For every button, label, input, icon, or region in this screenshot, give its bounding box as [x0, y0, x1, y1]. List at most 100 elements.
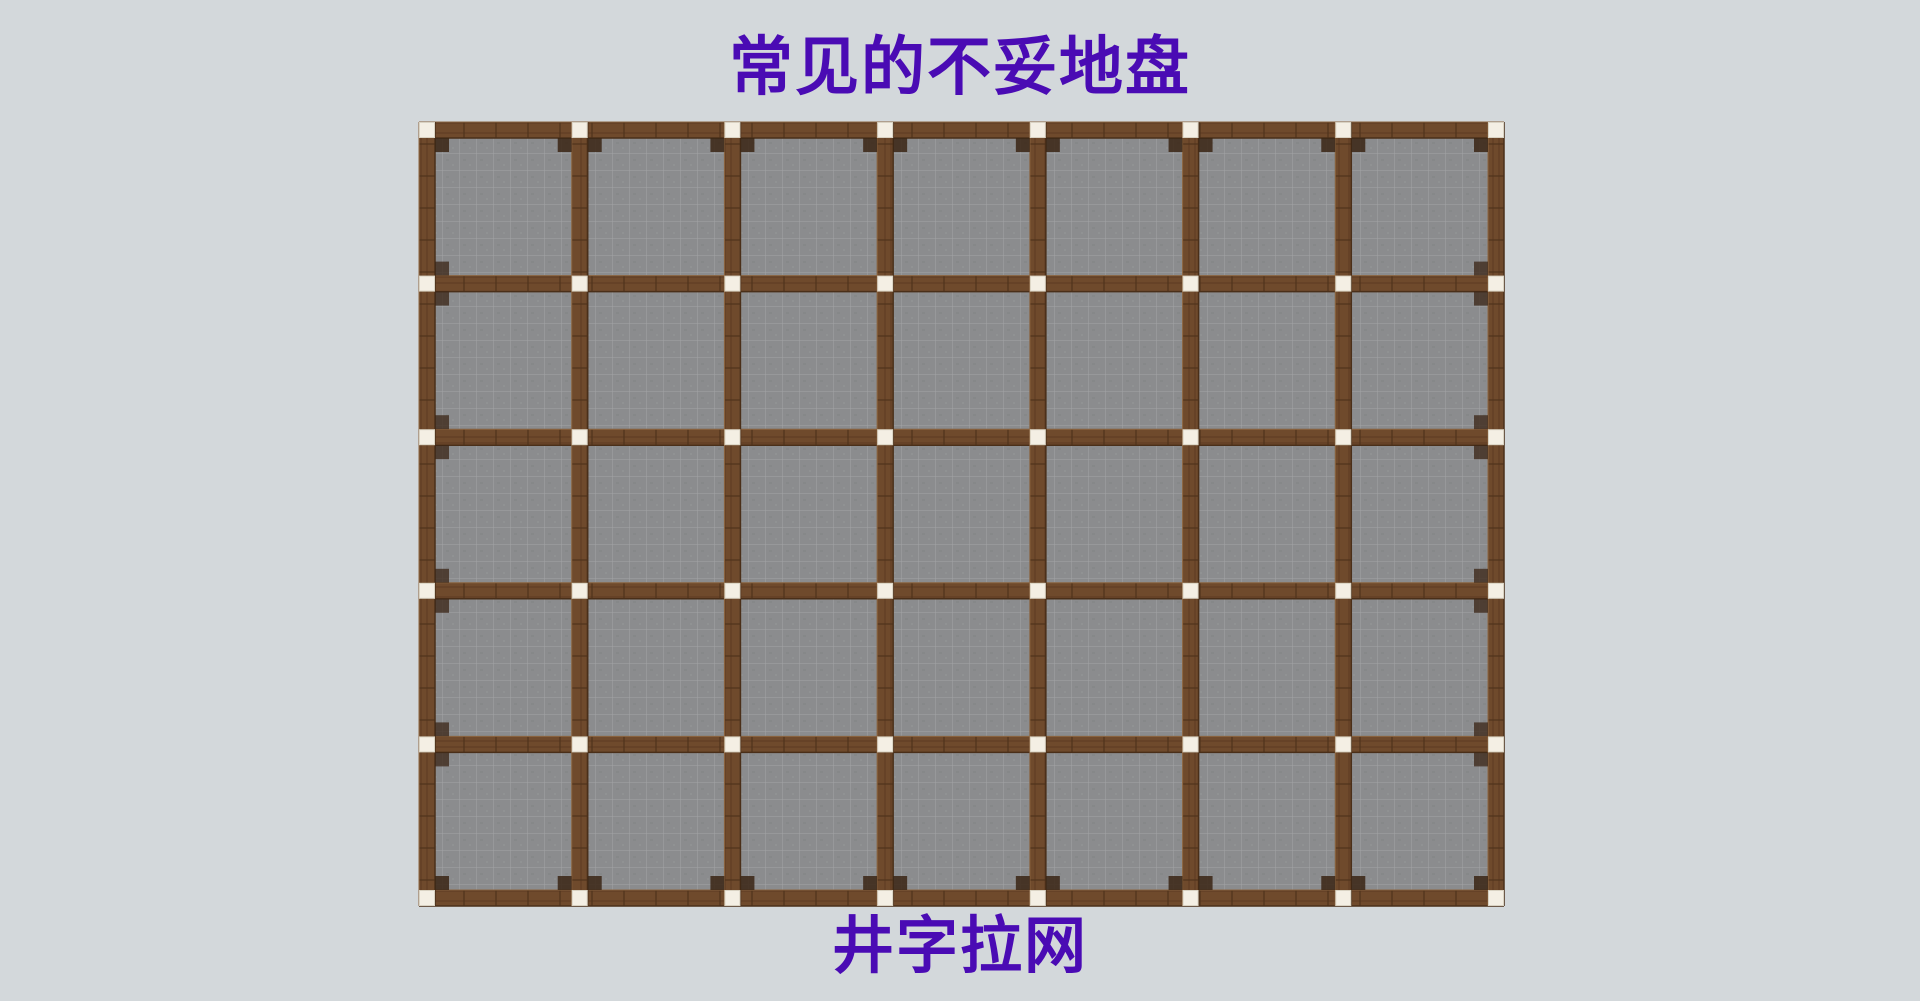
junction-node: [571, 736, 588, 753]
stone-plot: [587, 291, 725, 430]
vertical-beam: [419, 122, 435, 906]
junction-node: [1029, 890, 1046, 906]
stone-plot-grid: [434, 137, 1489, 891]
junction-node: [877, 890, 894, 906]
junction-node: [419, 275, 435, 292]
corner-bracket: [435, 138, 449, 152]
stone-plot: [1045, 291, 1183, 430]
stone-plot: [1351, 598, 1488, 737]
junction-node: [1335, 890, 1352, 906]
junction-node: [1488, 582, 1504, 599]
corner-bracket: [1474, 415, 1488, 430]
corner-bracket: [1474, 752, 1488, 767]
junction-node: [1182, 890, 1199, 906]
stone-plot: [1351, 752, 1488, 890]
stone-plot: [435, 138, 572, 276]
corner-bracket: [1351, 876, 1366, 890]
corner-bracket: [435, 598, 449, 613]
stone-plot: [587, 598, 725, 737]
corner-bracket: [1045, 138, 1060, 152]
corner-bracket: [1198, 876, 1213, 890]
junction-node: [1488, 275, 1504, 292]
junction-node: [1488, 122, 1504, 138]
corner-bracket: [863, 138, 878, 152]
page-title: 常见的不妥地盘: [729, 30, 1191, 105]
junction-node: [1335, 429, 1352, 446]
corner-bracket: [893, 138, 908, 152]
corner-bracket: [1015, 876, 1030, 890]
stone-plot: [587, 138, 725, 276]
corner-bracket: [710, 876, 725, 890]
corner-bracket: [893, 876, 908, 890]
junction-node: [1029, 736, 1046, 753]
junction-node: [724, 429, 741, 446]
corner-bracket: [1168, 876, 1183, 890]
stone-plot: [1198, 138, 1336, 276]
junction-node: [419, 429, 435, 446]
stone-plot: [740, 445, 878, 583]
corner-bracket: [1015, 138, 1030, 152]
junction-node: [1029, 429, 1046, 446]
corner-bracket: [740, 138, 755, 152]
stone-plot: [1198, 291, 1336, 430]
corner-bracket: [1474, 291, 1488, 306]
junction-node: [724, 736, 741, 753]
junction-node: [724, 582, 741, 599]
corner-bracket: [557, 876, 572, 890]
junction-node: [877, 736, 894, 753]
junction-node: [419, 582, 435, 599]
corner-bracket: [1321, 876, 1336, 890]
stone-plot: [893, 752, 1030, 890]
corner-bracket: [740, 876, 755, 890]
stone-plot: [893, 291, 1030, 430]
corner-bracket: [1474, 445, 1488, 460]
junction-node: [1182, 582, 1199, 599]
stone-plot: [740, 752, 878, 890]
corner-bracket: [863, 876, 878, 890]
corner-bracket: [1474, 261, 1488, 276]
junction-node: [1029, 275, 1046, 292]
junction-node: [1335, 582, 1352, 599]
corner-bracket: [1168, 138, 1183, 152]
corner-bracket: [1198, 138, 1213, 152]
corner-bracket: [435, 261, 449, 276]
junction-node: [1488, 429, 1504, 446]
junction-node: [1182, 429, 1199, 446]
corner-bracket: [435, 876, 449, 890]
junction-node: [1335, 736, 1352, 753]
stone-plot: [1198, 598, 1336, 737]
corner-bracket: [1321, 138, 1336, 152]
corner-bracket: [435, 291, 449, 306]
corner-bracket: [435, 445, 449, 460]
corner-bracket: [710, 138, 725, 152]
stone-plot: [893, 598, 1030, 737]
stone-plot: [1351, 445, 1488, 583]
junction-node: [877, 582, 894, 599]
junction-node: [571, 429, 588, 446]
corner-bracket: [587, 876, 602, 890]
stone-plot: [893, 138, 1030, 276]
corner-bracket: [557, 138, 572, 152]
stone-plot: [1045, 598, 1183, 737]
vertical-beam: [1335, 122, 1352, 906]
vertical-beam: [1488, 122, 1504, 906]
corner-bracket: [1045, 876, 1060, 890]
corner-bracket: [435, 752, 449, 767]
vertical-beam: [571, 122, 588, 906]
game-scene: [0, 0, 1920, 1001]
stone-plot: [1198, 752, 1336, 890]
corner-bracket: [587, 138, 602, 152]
stone-plot: [435, 291, 572, 430]
stone-plot: [740, 138, 878, 276]
stone-plot: [1045, 138, 1183, 276]
stone-plot: [587, 752, 725, 890]
corner-bracket: [1474, 598, 1488, 613]
junction-node: [1182, 122, 1199, 138]
junction-node: [419, 122, 435, 138]
vertical-beam: [877, 122, 894, 906]
junction-node: [419, 890, 435, 906]
junction-node: [1182, 275, 1199, 292]
stone-plot: [1045, 445, 1183, 583]
junction-node: [724, 275, 741, 292]
junction-node: [419, 736, 435, 753]
